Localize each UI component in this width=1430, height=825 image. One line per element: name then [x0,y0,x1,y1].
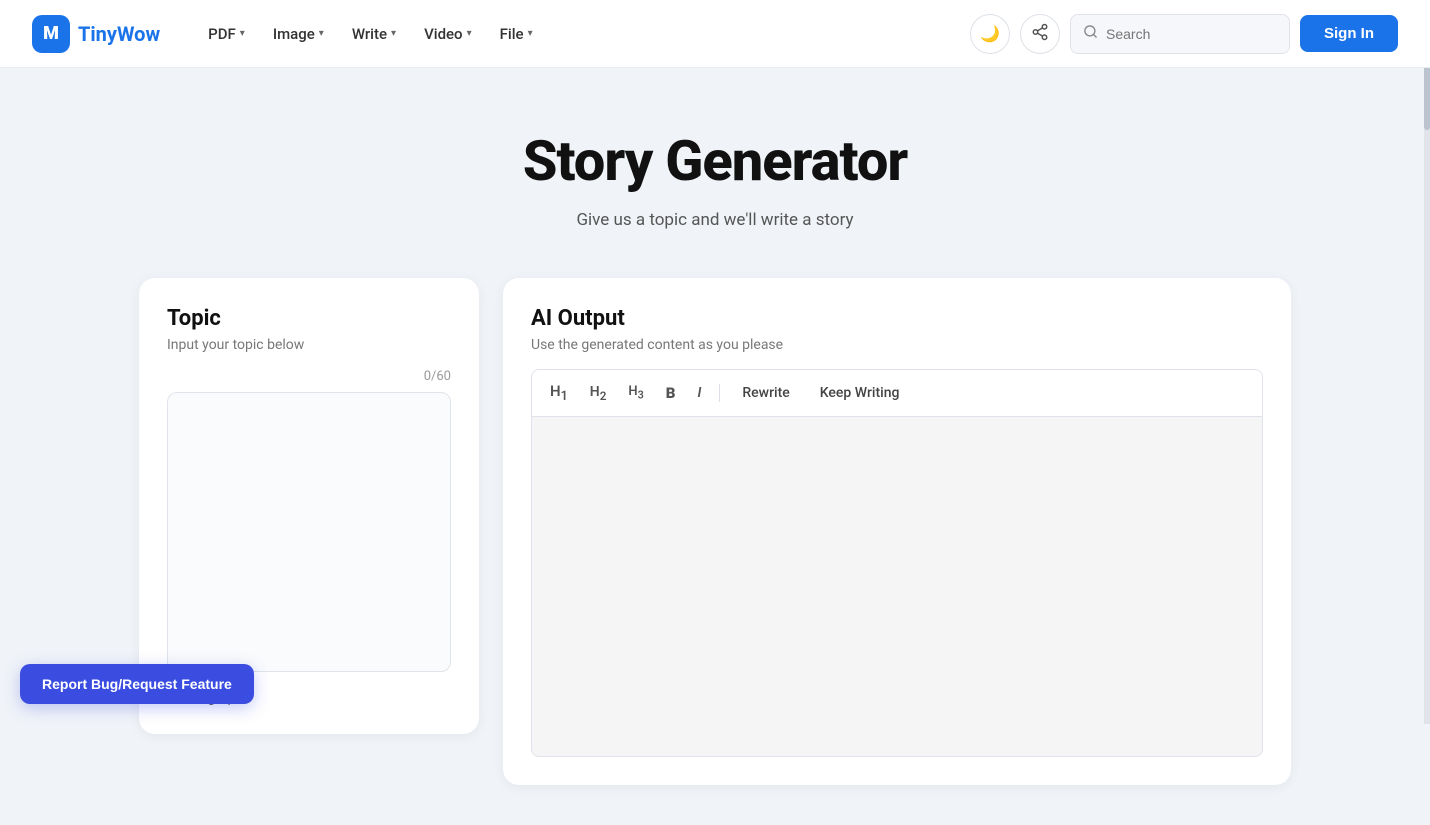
logo-icon: M [32,15,70,53]
char-count: 0/60 [167,369,451,384]
signin-button[interactable]: Sign In [1300,15,1398,52]
logo-text: TinyWow [78,22,160,46]
topic-panel-title: Topic [167,306,451,331]
chevron-down-icon: ▾ [319,28,324,39]
topic-panel-subtitle: Input your topic below [167,337,451,353]
italic-button[interactable]: I [693,383,705,403]
nav-item-image[interactable]: Image ▾ [261,17,336,51]
toolbar-separator [719,384,720,402]
navbar: M TinyWow PDF ▾ Image ▾ Write ▾ Video ▾ … [0,0,1430,68]
search-bar[interactable] [1070,14,1290,54]
share-icon [1031,23,1049,45]
h3-button[interactable]: H3 [624,382,647,404]
page-title: Story Generator [139,128,1291,194]
ai-toolbar: H1 H2 H3 B I Rewrite Keep Writing [531,369,1263,417]
dark-mode-button[interactable]: 🌙 [970,14,1010,54]
ai-panel-subtitle: Use the generated content as you please [531,337,1263,353]
chevron-down-icon: ▾ [528,28,533,39]
ai-output-area[interactable] [531,417,1263,757]
nav-item-file[interactable]: File ▾ [488,17,545,51]
report-bug-button[interactable]: Report Bug/Request Feature [20,664,254,704]
nav-right: 🌙 Sign In [970,14,1398,54]
search-input[interactable] [1106,26,1277,42]
ai-output-panel: AI Output Use the generated content as y… [503,278,1291,785]
h2-button[interactable]: H2 [586,382,611,405]
main-content: Story Generator Give us a topic and we'l… [115,68,1315,825]
scrollbar[interactable] [1424,0,1430,724]
logo[interactable]: M TinyWow [32,15,160,53]
moon-icon: 🌙 [980,24,1000,43]
nav-item-pdf[interactable]: PDF ▾ [196,17,257,51]
nav-item-video[interactable]: Video ▾ [412,17,484,51]
panels-container: Topic Input your topic below 0/60 # Para… [139,278,1291,785]
rewrite-button[interactable]: Rewrite [734,382,797,404]
search-icon [1083,24,1098,43]
ai-panel-title: AI Output [531,306,1263,331]
nav-item-write[interactable]: Write ▾ [340,17,408,51]
h1-button[interactable]: H1 [546,380,572,406]
chevron-down-icon: ▾ [467,28,472,39]
page-subtitle: Give us a topic and we'll write a story [139,210,1291,230]
share-button[interactable] [1020,14,1060,54]
chevron-down-icon: ▾ [391,28,396,39]
topic-textarea[interactable] [167,392,451,672]
hero-section: Story Generator Give us a topic and we'l… [139,128,1291,230]
bold-button[interactable]: B [662,382,680,404]
keep-writing-button[interactable]: Keep Writing [812,382,908,404]
nav-menu: PDF ▾ Image ▾ Write ▾ Video ▾ File ▾ [196,17,970,51]
chevron-down-icon: ▾ [240,28,245,39]
